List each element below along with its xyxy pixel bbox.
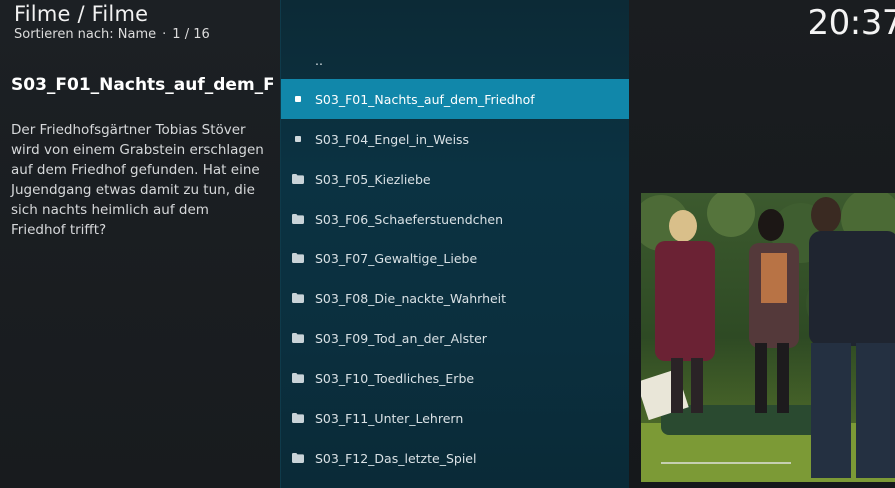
list-item[interactable]: S03_F12_Das_letzte_Spiel bbox=[281, 438, 629, 478]
file-dot-icon bbox=[281, 96, 315, 102]
list-item-label: S03_F07_Gewaltige_Liebe bbox=[315, 250, 478, 266]
clock: 20:37 bbox=[807, 3, 895, 43]
selected-item-plot: Der Friedhofsgärtner Tobias Stöver wird … bbox=[11, 122, 264, 238]
folder-icon bbox=[281, 413, 315, 423]
folder-icon bbox=[281, 214, 315, 224]
sort-label[interactable]: Sortieren nach: Name bbox=[14, 27, 156, 42]
file-list[interactable]: .. S03_F01_Nachts_auf_dem_Friedhof S03_F… bbox=[280, 0, 630, 488]
file-dot-icon bbox=[281, 136, 315, 142]
separator: · bbox=[162, 27, 167, 42]
list-item[interactable]: S03_F11_Unter_Lehrern bbox=[281, 398, 629, 438]
list-item[interactable]: S03_F10_Toedliches_Erbe bbox=[281, 358, 629, 398]
list-item-parent[interactable]: .. bbox=[281, 40, 629, 80]
list-item[interactable]: S03_F07_Gewaltige_Liebe bbox=[281, 238, 629, 278]
selected-item-title: S03_F01_Nachts_auf_dem_Friedhof bbox=[11, 75, 273, 95]
movie-thumbnail bbox=[641, 193, 895, 482]
list-item-label: .. bbox=[315, 52, 323, 68]
folder-icon bbox=[281, 253, 315, 263]
list-item-label: S03_F05_Kiezliebe bbox=[315, 171, 431, 187]
list-item-label: S03_F08_Die_nackte_Wahrheit bbox=[315, 290, 507, 306]
preview-panel: 20:37 bbox=[629, 0, 895, 488]
folder-icon bbox=[281, 333, 315, 343]
folder-icon bbox=[281, 293, 315, 303]
list-item[interactable]: S03_F01_Nachts_auf_dem_Friedhof bbox=[281, 79, 629, 119]
list-item-label: S03_F06_Schaeferstuendchen bbox=[315, 211, 504, 227]
list-item-label: S03_F10_Toedliches_Erbe bbox=[315, 370, 475, 386]
list-item[interactable]: S03_F04_Engel_in_Weiss bbox=[281, 119, 629, 159]
list-position: 1 / 16 bbox=[172, 27, 210, 42]
folder-icon bbox=[281, 174, 315, 184]
list-item-label: S03_F12_Das_letzte_Spiel bbox=[315, 450, 477, 466]
list-item[interactable]: S03_F05_Kiezliebe bbox=[281, 159, 629, 199]
page-title: Filme / Filme bbox=[14, 2, 149, 26]
list-item[interactable]: S03_F08_Die_nackte_Wahrheit bbox=[281, 278, 629, 318]
folder-icon bbox=[281, 373, 315, 383]
list-item-label: S03_F01_Nachts_auf_dem_Friedhof bbox=[315, 91, 535, 107]
list-item-label: S03_F11_Unter_Lehrern bbox=[315, 410, 464, 426]
list-item-label: S03_F04_Engel_in_Weiss bbox=[315, 131, 470, 147]
list-item-label: S03_F09_Tod_an_der_Alster bbox=[315, 330, 487, 346]
info-panel: Filme / Filme Sortieren nach: Name · 1 / 1… bbox=[0, 0, 280, 488]
list-item[interactable]: S03_F06_Schaeferstuendchen bbox=[281, 199, 629, 239]
list-item[interactable]: S03_F09_Tod_an_der_Alster bbox=[281, 318, 629, 358]
folder-icon bbox=[281, 453, 315, 463]
sort-info: Sortieren nach: Name · 1 / 16 bbox=[14, 27, 210, 42]
